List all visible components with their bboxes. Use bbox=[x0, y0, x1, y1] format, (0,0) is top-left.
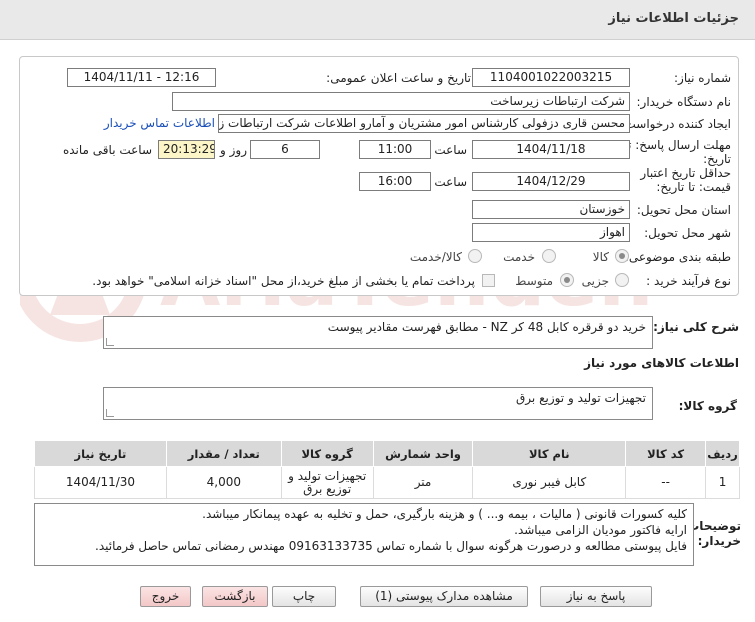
validity-date-field[interactable]: 1404/12/29 bbox=[472, 172, 630, 191]
category-service-radio[interactable] bbox=[542, 249, 556, 263]
reply-date-field[interactable]: 1404/11/18 bbox=[472, 140, 630, 159]
cell-quantity: 4,000 bbox=[165, 466, 282, 499]
resize-grip-icon[interactable] bbox=[106, 338, 114, 346]
reply-time-field[interactable]: 11:00 bbox=[359, 140, 431, 159]
table-row[interactable]: 1 -- کابل فیبر نوری متر تجهیزات تولید و … bbox=[34, 466, 740, 499]
days-label: روز و bbox=[220, 143, 247, 157]
process-type-label: نوع فرآیند خرید : bbox=[646, 274, 731, 288]
treasury-payment-note: پرداخت تمام یا بخشی از مبلغ خرید،از محل … bbox=[92, 274, 475, 288]
col-header-row-number: ردیف bbox=[705, 440, 740, 467]
page-title: جزئیات اطلاعات نیاز bbox=[608, 11, 739, 26]
col-header-code: کد کالا bbox=[625, 440, 707, 467]
page-header: جزئیات اطلاعات نیاز bbox=[0, 0, 755, 40]
col-header-group: گروه کالا bbox=[280, 440, 374, 467]
validity-time-field[interactable]: 16:00 bbox=[359, 172, 431, 191]
goods-group-text: تجهیزات تولید و توزیع برق bbox=[516, 391, 646, 405]
days-remaining-field[interactable]: 6 bbox=[250, 140, 320, 159]
buyer-contact-link[interactable]: اطلاعات تماس خریدار bbox=[104, 116, 215, 130]
province-field[interactable]: خوزستان bbox=[472, 200, 630, 219]
need-number-field[interactable]: 1104001022003215 bbox=[472, 68, 630, 87]
time-remaining-field: 20:13:29 bbox=[158, 140, 215, 159]
cell-row-number: 1 bbox=[705, 466, 740, 499]
back-button[interactable]: بازگشت bbox=[202, 586, 268, 607]
need-summary-label: شرح کلی نیاز: bbox=[653, 320, 739, 334]
goods-group-field[interactable]: تجهیزات تولید و توزیع برق bbox=[103, 387, 653, 420]
announce-datetime-label: تاریخ و ساعت اعلان عمومی: bbox=[326, 71, 471, 85]
buyer-org-field[interactable]: شرکت ارتباطات زیرساخت bbox=[172, 92, 630, 111]
col-header-unit: واحد شمارش bbox=[372, 440, 474, 467]
category-both-radio[interactable] bbox=[468, 249, 482, 263]
need-number-label: شماره نیاز: bbox=[674, 71, 731, 85]
print-button[interactable]: چاپ bbox=[272, 586, 336, 607]
process-medium-label: متوسط bbox=[515, 274, 553, 288]
col-header-need-date: تاریخ نیاز bbox=[34, 440, 167, 467]
col-header-name: نام کالا bbox=[472, 440, 627, 467]
exit-button[interactable]: خروج bbox=[140, 586, 191, 607]
province-label: استان محل تحویل: bbox=[636, 203, 731, 217]
buyer-notes-line-2: ارایه فاکتور مودیان الزامی میباشد. bbox=[514, 523, 687, 537]
view-attachments-button[interactable]: مشاهده مدارک پیوستی (1) bbox=[360, 586, 528, 607]
buyer-notes-line-3: فایل پیوستی مطالعه و درصورت هرگونه سوال … bbox=[95, 539, 687, 553]
treasury-payment-checkbox[interactable] bbox=[482, 274, 495, 287]
process-partial-label: جزیی bbox=[581, 274, 609, 288]
category-both-label: کالا/خدمت bbox=[409, 250, 462, 264]
page: جزئیات اطلاعات نیاز AriaTender.net شماره… bbox=[0, 0, 755, 622]
cell-unit: متر bbox=[372, 466, 474, 499]
cell-group: تجهیزات تولید و توزیع برق bbox=[280, 466, 374, 499]
time-remaining-label: ساعت باقی مانده bbox=[62, 143, 152, 157]
buyer-notes-field[interactable]: کلیه کسورات قانونی ( مالیات ، بیمه و... … bbox=[34, 503, 694, 566]
col-header-quantity: تعداد / مقدار bbox=[165, 440, 282, 467]
cell-name: کابل فیبر نوری bbox=[472, 466, 627, 499]
category-goods-radio[interactable] bbox=[615, 249, 629, 263]
reply-time-label: ساعت bbox=[434, 143, 467, 157]
cell-code: -- bbox=[625, 466, 707, 499]
validity-time-label: ساعت bbox=[434, 175, 467, 189]
reply-deadline-label: مهلت ارسال پاسخ: تا تاریخ: bbox=[624, 138, 731, 166]
category-label: طبقه بندی موضوعی: bbox=[624, 250, 731, 264]
buyer-org-label: نام دستگاه خریدار: bbox=[636, 95, 732, 109]
buyer-notes-line-1: کلیه کسورات قانونی ( مالیات ، بیمه و... … bbox=[202, 507, 687, 521]
need-summary-field[interactable]: خرید دو قرقره کابل 48 کر NZ - مطابق فهرس… bbox=[103, 316, 653, 349]
need-summary-text: خرید دو قرقره کابل 48 کر NZ - مطابق فهرس… bbox=[327, 320, 646, 334]
goods-table: ردیف کد کالا نام کالا واحد شمارش گروه کا… bbox=[34, 440, 740, 499]
category-goods-label: کالا bbox=[592, 250, 609, 264]
cell-need-date: 1404/11/30 bbox=[34, 466, 167, 499]
requester-label: ایجاد کننده درخواست: bbox=[620, 117, 731, 131]
goods-section-title: اطلاعات کالاهای مورد نیاز bbox=[584, 356, 739, 370]
category-service-label: خدمت bbox=[503, 250, 535, 264]
process-partial-radio[interactable] bbox=[615, 273, 629, 287]
requester-field[interactable]: محسن قاری دزفولی کارشناس امور مشتریان و … bbox=[218, 114, 630, 133]
goods-group-label: گروه کالا: bbox=[678, 399, 737, 413]
process-medium-radio[interactable] bbox=[560, 273, 574, 287]
resize-grip-icon[interactable] bbox=[106, 409, 114, 417]
announce-datetime-field[interactable]: 1404/11/11 - 12:16 bbox=[67, 68, 216, 87]
city-field[interactable]: اهواز bbox=[472, 223, 630, 242]
city-label: شهر محل تحویل: bbox=[644, 226, 731, 240]
reply-to-need-button[interactable]: پاسخ به نیاز bbox=[540, 586, 652, 607]
table-header-row: ردیف کد کالا نام کالا واحد شمارش گروه کا… bbox=[34, 440, 740, 467]
price-validity-label: حداقل تاریخ اعتبار قیمت: تا تاریخ: bbox=[640, 166, 731, 194]
